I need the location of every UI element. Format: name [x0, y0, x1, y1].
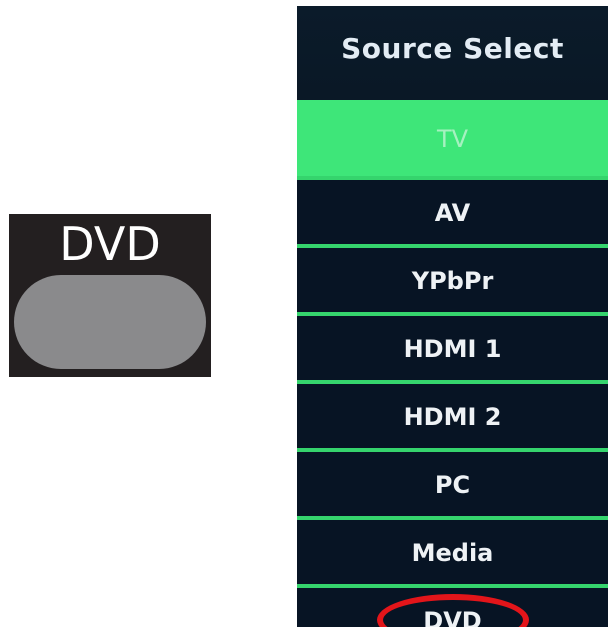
source-item-label: Media — [411, 539, 494, 567]
source-item-hdmi-2[interactable]: HDMI 2 — [297, 384, 608, 452]
source-item-label: DVD — [423, 607, 482, 627]
source-select-menu: Source Select TV AV YPbPr HDMI 1 HDMI 2 … — [297, 6, 608, 627]
menu-title: Source Select — [341, 32, 564, 65]
source-item-av[interactable]: AV — [297, 180, 608, 248]
source-item-ypbpr[interactable]: YPbPr — [297, 248, 608, 316]
source-item-label: AV — [434, 199, 471, 227]
source-list: TV AV YPbPr HDMI 1 HDMI 2 PC Media DVD — [297, 100, 608, 627]
source-item-label: TV — [436, 125, 469, 153]
remote-key-button[interactable] — [14, 275, 206, 369]
source-item-label: HDMI 1 — [403, 335, 502, 363]
source-item-label: YPbPr — [411, 267, 494, 295]
source-item-dvd[interactable]: DVD — [297, 588, 608, 627]
source-item-label: PC — [434, 471, 471, 499]
source-item-media[interactable]: Media — [297, 520, 608, 588]
source-item-hdmi-1[interactable]: HDMI 1 — [297, 316, 608, 384]
source-item-label: HDMI 2 — [403, 403, 502, 431]
remote-dvd-key[interactable]: DVD — [9, 214, 211, 377]
source-item-pc[interactable]: PC — [297, 452, 608, 520]
remote-key-label: DVD — [59, 217, 161, 271]
source-item-tv[interactable]: TV — [297, 100, 608, 180]
